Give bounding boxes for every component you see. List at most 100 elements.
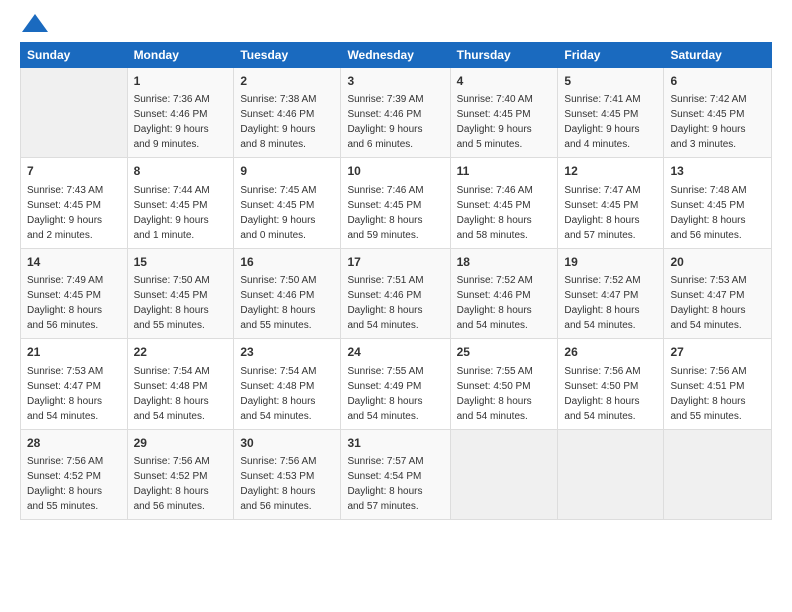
calendar-cell: 7 Sunrise: 7:43 AMSunset: 4:45 PMDaylight… — [21, 158, 128, 248]
calendar-header-saturday: Saturday — [664, 43, 772, 68]
day-info: Sunrise: 7:54 AMSunset: 4:48 PMDaylight:… — [134, 364, 228, 424]
calendar-header-tuesday: Tuesday — [234, 43, 341, 68]
day-number: 10 — [347, 163, 443, 180]
calendar-week-row: 1 Sunrise: 7:36 AMSunset: 4:46 PMDaylight… — [21, 68, 772, 158]
calendar-cell: 28Sunrise: 7:56 AMSunset: 4:52 PMDayligh… — [21, 429, 128, 519]
day-info: Sunrise: 7:47 AMSunset: 4:45 PMDaylight:… — [564, 183, 657, 243]
calendar-cell: 25 Sunrise: 7:55 AMSunset: 4:50 PMDayligh… — [450, 339, 558, 429]
calendar-cell: 6 Sunrise: 7:42 AMSunset: 4:45 PMDaylight… — [664, 68, 772, 158]
calendar-cell: 17 Sunrise: 7:51 AMSunset: 4:46 PMDayligh… — [341, 248, 450, 338]
day-number: 2 — [240, 73, 334, 90]
calendar-cell: 19 Sunrise: 7:52 AMSunset: 4:47 PMDayligh… — [558, 248, 664, 338]
calendar-cell: 15 Sunrise: 7:50 AMSunset: 4:45 PMDayligh… — [127, 248, 234, 338]
day-number: 23 — [240, 344, 334, 361]
day-number: 16 — [240, 254, 334, 271]
day-number: 19 — [564, 254, 657, 271]
calendar-cell: 11Sunrise: 7:46 AMSunset: 4:45 PMDayligh… — [450, 158, 558, 248]
day-number: 30 — [240, 435, 334, 452]
day-number: 28 — [27, 435, 121, 452]
day-number: 4 — [457, 73, 552, 90]
day-info: Sunrise: 7:46 AMSunset: 4:45 PMDaylight:… — [347, 183, 443, 243]
calendar-header-thursday: Thursday — [450, 43, 558, 68]
day-number: 22 — [134, 344, 228, 361]
calendar-week-row: 14 Sunrise: 7:49 AMSunset: 4:45 PMDayligh… — [21, 248, 772, 338]
day-number: 29 — [134, 435, 228, 452]
calendar-cell — [450, 429, 558, 519]
logo — [20, 18, 48, 32]
day-info: Sunrise: 7:52 AMSunset: 4:46 PMDaylight:… — [457, 273, 552, 333]
day-info: Sunrise: 7:56 AMSunset: 4:50 PMDaylight:… — [564, 364, 657, 424]
day-number: 31 — [347, 435, 443, 452]
day-number: 5 — [564, 73, 657, 90]
day-number: 26 — [564, 344, 657, 361]
calendar-week-row: 7 Sunrise: 7:43 AMSunset: 4:45 PMDaylight… — [21, 158, 772, 248]
day-info: Sunrise: 7:56 AMSunset: 4:51 PMDaylight:… — [670, 364, 765, 424]
day-number: 18 — [457, 254, 552, 271]
calendar-cell: 27 Sunrise: 7:56 AMSunset: 4:51 PMDayligh… — [664, 339, 772, 429]
day-number: 25 — [457, 344, 552, 361]
day-info: Sunrise: 7:45 AMSunset: 4:45 PMDaylight:… — [240, 183, 334, 243]
day-number: 7 — [27, 163, 121, 180]
calendar-week-row: 21Sunrise: 7:53 AMSunset: 4:47 PMDayligh… — [21, 339, 772, 429]
day-number: 9 — [240, 163, 334, 180]
calendar-cell: 9 Sunrise: 7:45 AMSunset: 4:45 PMDaylight… — [234, 158, 341, 248]
day-info: Sunrise: 7:55 AMSunset: 4:50 PMDaylight:… — [457, 364, 552, 424]
calendar-header-friday: Friday — [558, 43, 664, 68]
calendar-cell: 3Sunrise: 7:39 AMSunset: 4:46 PMDaylight… — [341, 68, 450, 158]
calendar-cell: 29 Sunrise: 7:56 AMSunset: 4:52 PMDayligh… — [127, 429, 234, 519]
day-info: Sunrise: 7:48 AMSunset: 4:45 PMDaylight:… — [670, 183, 765, 243]
calendar-cell — [558, 429, 664, 519]
day-number: 15 — [134, 254, 228, 271]
day-info: Sunrise: 7:54 AMSunset: 4:48 PMDaylight:… — [240, 364, 334, 424]
calendar-cell: 26 Sunrise: 7:56 AMSunset: 4:50 PMDayligh… — [558, 339, 664, 429]
day-number: 14 — [27, 254, 121, 271]
day-number: 3 — [347, 73, 443, 90]
calendar-cell: 12 Sunrise: 7:47 AMSunset: 4:45 PMDayligh… — [558, 158, 664, 248]
calendar: SundayMondayTuesdayWednesdayThursdayFrid… — [20, 42, 772, 520]
day-info: Sunrise: 7:38 AMSunset: 4:46 PMDaylight:… — [240, 92, 334, 152]
day-info: Sunrise: 7:53 AMSunset: 4:47 PMDaylight:… — [670, 273, 765, 333]
day-info: Sunrise: 7:44 AMSunset: 4:45 PMDaylight:… — [134, 183, 228, 243]
calendar-cell: 2 Sunrise: 7:38 AMSunset: 4:46 PMDaylight… — [234, 68, 341, 158]
day-info: Sunrise: 7:36 AMSunset: 4:46 PMDaylight:… — [134, 92, 228, 152]
calendar-cell — [664, 429, 772, 519]
day-number: 12 — [564, 163, 657, 180]
day-number: 17 — [347, 254, 443, 271]
day-info: Sunrise: 7:49 AMSunset: 4:45 PMDaylight:… — [27, 273, 121, 333]
calendar-header-monday: Monday — [127, 43, 234, 68]
page: SundayMondayTuesdayWednesdayThursdayFrid… — [0, 0, 792, 612]
day-number: 1 — [134, 73, 228, 90]
calendar-header-row: SundayMondayTuesdayWednesdayThursdayFrid… — [21, 43, 772, 68]
day-info: Sunrise: 7:51 AMSunset: 4:46 PMDaylight:… — [347, 273, 443, 333]
day-info: Sunrise: 7:42 AMSunset: 4:45 PMDaylight:… — [670, 92, 765, 152]
day-info: Sunrise: 7:52 AMSunset: 4:47 PMDaylight:… — [564, 273, 657, 333]
calendar-cell: 8Sunrise: 7:44 AMSunset: 4:45 PMDaylight… — [127, 158, 234, 248]
calendar-cell: 1 Sunrise: 7:36 AMSunset: 4:46 PMDaylight… — [127, 68, 234, 158]
header — [20, 18, 772, 32]
day-info: Sunrise: 7:46 AMSunset: 4:45 PMDaylight:… — [457, 183, 552, 243]
calendar-cell: 30 Sunrise: 7:56 AMSunset: 4:53 PMDayligh… — [234, 429, 341, 519]
calendar-header-wednesday: Wednesday — [341, 43, 450, 68]
calendar-week-row: 28 Sunrise: 7:56 AMSunset: 4:52 PMDayligh… — [21, 429, 772, 519]
calendar-cell: 23 Sunrise: 7:54 AMSunset: 4:48 PMDayligh… — [234, 339, 341, 429]
day-info: Sunrise: 7:43 AMSunset: 4:45 PMDaylight:… — [27, 183, 121, 243]
calendar-cell: 4Sunrise: 7:40 AMSunset: 4:45 PMDaylight… — [450, 68, 558, 158]
day-info: Sunrise: 7:53 AMSunset: 4:47 PMDaylight:… — [27, 364, 121, 424]
calendar-header-sunday: Sunday — [21, 43, 128, 68]
day-number: 6 — [670, 73, 765, 90]
day-info: Sunrise: 7:56 AMSunset: 4:53 PMDaylight:… — [240, 454, 334, 514]
day-info: Sunrise: 7:50 AMSunset: 4:45 PMDaylight:… — [134, 273, 228, 333]
calendar-cell: 13 Sunrise: 7:48 AMSunset: 4:45 PMDayligh… — [664, 158, 772, 248]
calendar-cell: 24Sunrise: 7:55 AMSunset: 4:49 PMDayligh… — [341, 339, 450, 429]
calendar-cell: 21Sunrise: 7:53 AMSunset: 4:47 PMDayligh… — [21, 339, 128, 429]
logo-icon — [22, 14, 48, 32]
day-number: 27 — [670, 344, 765, 361]
calendar-cell: 14 Sunrise: 7:49 AMSunset: 4:45 PMDayligh… — [21, 248, 128, 338]
day-info: Sunrise: 7:56 AMSunset: 4:52 PMDaylight:… — [134, 454, 228, 514]
calendar-cell: 16Sunrise: 7:50 AMSunset: 4:46 PMDayligh… — [234, 248, 341, 338]
calendar-cell — [21, 68, 128, 158]
calendar-cell: 31 Sunrise: 7:57 AMSunset: 4:54 PMDayligh… — [341, 429, 450, 519]
calendar-cell: 20Sunrise: 7:53 AMSunset: 4:47 PMDayligh… — [664, 248, 772, 338]
day-number: 13 — [670, 163, 765, 180]
day-info: Sunrise: 7:57 AMSunset: 4:54 PMDaylight:… — [347, 454, 443, 514]
